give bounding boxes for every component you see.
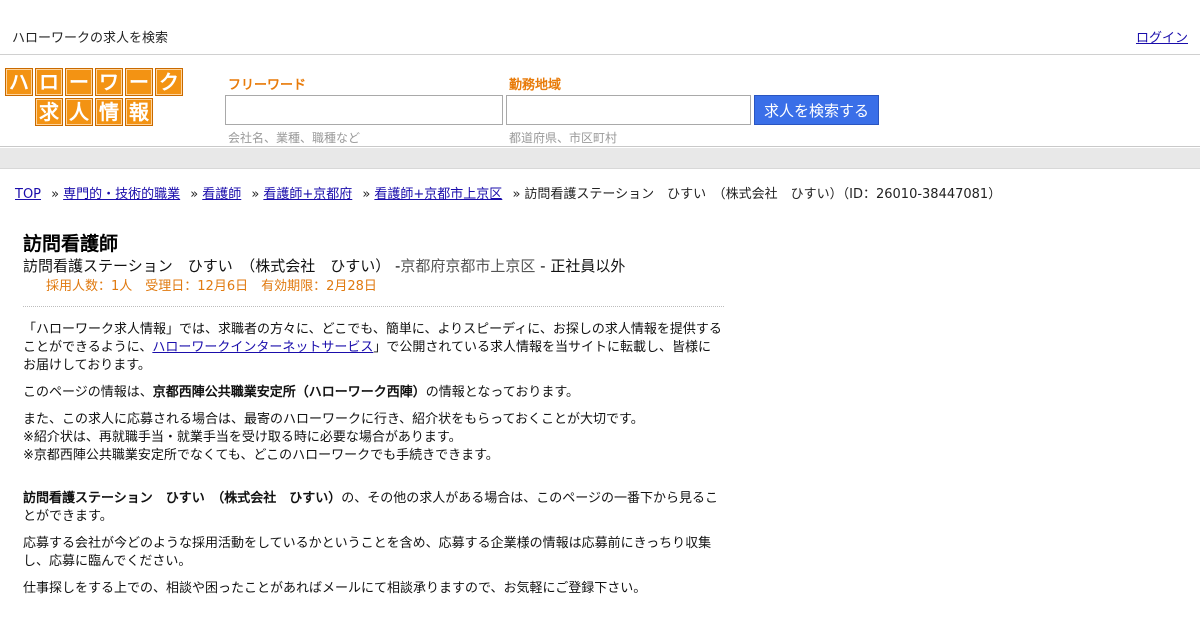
logo-char: 求 [35,98,63,126]
logo-char: ー [125,68,153,96]
hellowork-internet-service-link[interactable]: ハローワークインターネットサービス [152,340,373,355]
breadcrumb-separator: » [190,187,199,202]
job-detail: 訪問看護師 訪問看護ステーション ひすい （株式会社 ひすい） -京都府京都市上… [23,232,724,598]
header: ハ ロ ー ワ ー ク 求 人 情 報 フリーワード 会社名、業種、職種など 勤… [0,56,1200,147]
breadcrumb-category[interactable]: 専門的・技術的職業 [63,187,180,202]
logo-char: 報 [125,98,153,126]
keyword-input[interactable] [225,95,503,125]
logo-char: ロ [35,68,63,96]
top-bar: ハローワークの求人を検索 ログイン [0,0,1200,55]
breadcrumb: TOP » 専門的・技術的職業 » 看護師 » 看護師+京都府 » 看護師+京都市上京区… [15,183,1001,202]
divider [23,306,724,307]
source-text: このページの情報は、 [23,385,153,400]
company-name-bold: 訪問看護ステーション ひすい （株式会社 ひすい） [23,491,342,506]
location-prefix: - [390,257,401,275]
header-band [0,148,1200,169]
advice-paragraph: 応募する会社が今どのような採用活動をしているかということを含め、応募する企業様の… [23,536,712,569]
search-button[interactable]: 求人を検索する [754,95,879,125]
source-paragraph: このページの情報は、京都西陣公共職業安定所（ハローワーク西陣）の情報となっており… [23,384,723,402]
referral-paragraph: また、この求人に応募される場合は、最寄のハローワークに行き、紹介状をもらっておく… [23,411,723,465]
breadcrumb-current: 訪問看護ステーション ひすい （株式会社 ひすい）（ID：26010-38447… [524,187,1002,202]
logo-row-2: 求 人 情 報 [35,98,153,126]
login-link[interactable]: ログイン [1136,27,1188,46]
other-jobs-paragraph: 訪問看護ステーション ひすい （株式会社 ひすい）の、その他の求人がある場合は、… [23,490,723,526]
area-label: 勤務地域 [509,78,562,93]
logo-char: ー [65,68,93,96]
logo-char: ク [155,68,183,96]
employment-type: - 正社員以外 [535,257,626,275]
breadcrumb-separator: » [251,187,260,202]
contact-paragraph: 仕事探しをする上での、相談や困ったことがあればメールにて相談承りますので、お気軽… [23,581,647,596]
job-location: 京都府京都市上京区 [400,257,536,275]
logo-char: ハ [5,68,33,96]
breadcrumb-occupation[interactable]: 看護師 [202,187,241,202]
job-meta: 採用人数：1人 受理日：12月6日 有効期限：2月28日 [46,279,377,294]
job-title: 訪問看護師 [23,233,119,255]
breadcrumb-city[interactable]: 看護師+京都市上京区 [374,187,502,202]
source-text-end: の情報となっております。 [425,385,580,400]
referral-line-2: ※紹介状は、再就職手当・就業手当を受け取る時に必要な場合があります。 [23,430,462,445]
breadcrumb-separator: » [512,187,521,202]
referral-line-1: また、この求人に応募される場合は、最寄のハローワークに行き、紹介状をもらっておく… [23,412,644,427]
site-logo[interactable]: ハ ロ ー ワ ー ク 求 人 情 報 [5,68,185,128]
breadcrumb-prefecture[interactable]: 看護師+京都府 [263,187,352,202]
logo-row-1: ハ ロ ー ワ ー ク [5,68,183,96]
intro-paragraph: 「ハローワーク求人情報」では、求職者の方々に、どこでも、簡単に、よりスピーディに… [23,321,723,375]
logo-char: 人 [65,98,93,126]
area-hint: 都道府県、市区町村 [509,131,618,145]
area-input[interactable] [506,95,751,125]
source-office: 京都西陣公共職業安定所（ハローワーク西陣） [152,385,426,400]
logo-char: 情 [95,98,123,126]
site-tagline: ハローワークの求人を検索 [12,31,169,46]
company-name: 訪問看護ステーション ひすい （株式会社 ひすい） [23,257,391,275]
company-line: 訪問看護ステーション ひすい （株式会社 ひすい） -京都府京都市上京区 - 正… [23,257,723,275]
breadcrumb-separator: » [362,187,371,202]
logo-char: ワ [95,68,123,96]
keyword-label: フリーワード [228,78,307,93]
breadcrumb-separator: » [51,187,60,202]
breadcrumb-top[interactable]: TOP [15,187,41,202]
referral-line-3: ※京都西陣公共職業安定所でなくても、どこのハローワークでも手続きできます。 [23,448,499,463]
keyword-hint: 会社名、業種、職種など [228,131,361,145]
